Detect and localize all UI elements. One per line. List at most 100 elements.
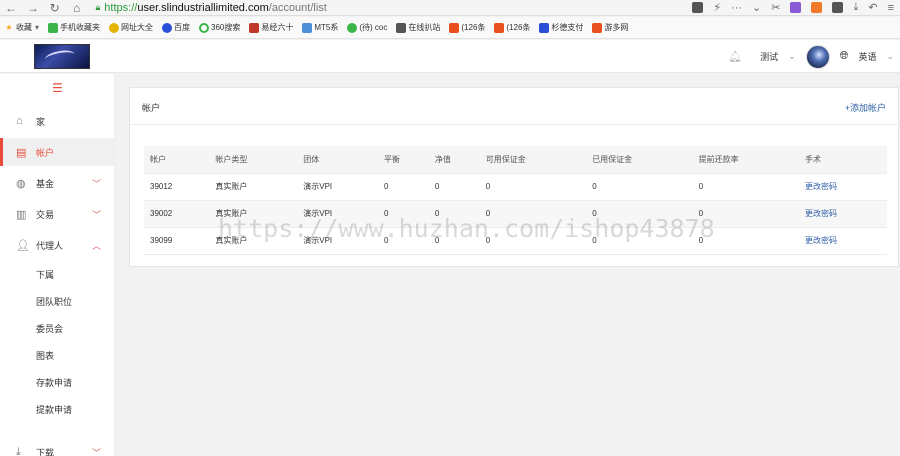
table-cell: 0 [428,200,480,228]
table-cell: 0 [378,200,429,228]
site-icon [396,22,407,33]
download-icon: ⤓ [16,445,21,456]
table-cell: 更改密码 [799,200,887,228]
table-cell: 更改密码 [799,227,887,255]
bookmark-item[interactable]: (126条 [494,22,530,33]
table-cell: 演示VPI [297,200,378,228]
user-icon: 👤︎ [16,239,30,252]
bell-icon[interactable]: 🔔︎ [728,50,742,63]
change-password-link[interactable]: 更改密码 [805,209,837,218]
chevron-down-icon[interactable]: ⌄ [886,51,894,62]
accounts-card: 帐户 +添加帐户 帐户 帐户类型 团体 平衡 净值 可用保证金 已用保证金 提前… [129,87,900,267]
download-icon[interactable]: ⤓ [853,1,858,14]
bookmarks-bar: ★ 收藏 ▾ 手机收藏夹 网址大全 百度 360搜索 易经六十 MT5系 (待) c… [0,17,900,39]
table-cell: 0 [479,200,587,228]
star-icon: ★ [5,22,13,32]
table-row: 39012 真实账户 演示VPI 0 0 0 0 0 更改密码 [144,173,887,201]
globe-icon[interactable]: 🌐︎ [840,50,849,63]
table-cell: 0 [378,173,429,201]
column-header: 平衡 [378,146,429,174]
table-cell: 演示VPI [297,173,378,201]
sidebar: ☰ ⌂ 家 ▤ 帐户 ◍ 基金 ﹀ ▥ 交易 ﹀ 👤︎ 代理人 ︿ 下属 团队职… [0,74,115,456]
extension-icon[interactable] [811,2,823,13]
sidebar-item-account[interactable]: ▤ 帐户 [0,138,115,166]
forward-arrow-icon[interactable]: → [22,0,44,16]
sidebar-item-agent[interactable]: 👤︎ 代理人 ︿ [0,231,115,259]
language-selector[interactable]: 英语 [858,50,876,63]
sidebar-item-trade[interactable]: ▥ 交易 ﹀ [0,200,115,228]
sidebar-subitem-subordinates[interactable]: 下属 [36,268,54,281]
add-account-button[interactable]: +添加帐户 [845,101,886,114]
sidebar-subitem-committee[interactable]: 委员会 [36,322,63,335]
bookmark-item[interactable]: (126条 [449,22,485,33]
bookmark-item[interactable]: 手机收藏夹 [48,22,100,33]
bookmark-item[interactable]: 百度 [162,22,190,33]
reload-icon[interactable]: ↻ [44,0,66,16]
change-password-link[interactable]: 更改密码 [805,236,837,245]
change-password-link[interactable]: 更改密码 [805,182,837,191]
table-header-row: 帐户 帐户类型 团体 平衡 净值 可用保证金 已用保证金 提前还款率 手术 [144,146,887,174]
sidebar-item-fund[interactable]: ◍ 基金 ﹀ [0,169,115,197]
hamburger-menu-icon[interactable]: ☰ [52,82,63,94]
bookmark-item[interactable]: 杉德支付 [539,22,583,33]
table-cell: 0 [428,173,480,201]
menu-icon[interactable]: ≡ [888,2,894,14]
mt5-icon [302,22,313,33]
back-arrow-icon[interactable]: ← [0,0,22,16]
table-row: 39099 真实账户 演示VPI 0 0 0 0 0 更改密码 [144,227,887,255]
table-cell: 0 [692,227,799,255]
c-icon [347,22,358,33]
table-cell: 0 [692,173,799,201]
chevron-down-icon: ﹀ [91,178,101,189]
sidebar-subitem-chart[interactable]: 图表 [36,349,54,362]
c-icon [494,22,505,33]
site-icon [539,22,550,33]
table-cell: 真实账户 [209,173,298,201]
sidebar-item-download[interactable]: ⤓ 下载 ﹀ [0,438,115,456]
dots-icon[interactable]: ··· [731,2,742,14]
avatar[interactable] [805,44,830,69]
table-cell: 0 [586,173,693,201]
lightning-icon[interactable]: ⚡ [713,1,721,14]
column-header: 提前还款率 [692,146,799,174]
bookmark-item[interactable]: 在线扒站 [396,22,440,33]
circle-icon [199,22,210,33]
column-header: 帐户 [144,146,210,174]
table-cell: 0 [586,200,693,228]
url-path: /account/list [268,1,327,14]
table-row: 39002 真实账户 演示VPI 0 0 0 0 0 更改密码 [144,200,887,228]
bookmark-item[interactable]: (待) coc [347,22,387,33]
bookmark-item[interactable]: MT5系 [302,22,338,33]
home-icon[interactable]: ⌂ [66,0,88,16]
caret-down-icon: ▾ [35,23,40,32]
table-cell: 更改密码 [799,173,887,201]
smile-icon [109,22,120,33]
sidebar-subitem-deposit-request[interactable]: 存款申请 [36,376,72,389]
sidebar-subitem-team-position[interactable]: 团队职位 [36,295,72,308]
url-field[interactable]: 🔒︎ https://user.slindustriallimited.com /… [96,1,693,15]
table-cell: 0 [586,227,693,255]
extension-icon[interactable] [790,2,802,13]
sidebar-item-home[interactable]: ⌂ 家 [0,107,115,135]
table-cell: 真实账户 [209,200,298,228]
bookmark-item[interactable]: ★ 收藏 ▾ [4,22,39,33]
user-name[interactable]: 测试 [760,50,778,63]
account-icon: ▤ [16,146,27,159]
table-cell: 39099 [144,227,210,255]
table-cell: 演示VPI [297,227,378,255]
undo-icon[interactable]: ↶ [868,1,877,14]
chevron-down-icon[interactable]: ⌄ [788,51,796,62]
translate-icon[interactable] [692,2,704,13]
bookmark-item[interactable]: 易经六十 [249,22,293,33]
apps-grid-icon[interactable] [832,2,844,13]
url-host: user.slindustriallimited.com [137,1,269,14]
divider [130,124,900,125]
scissors-icon[interactable]: ✂ [771,1,780,14]
bookmark-item[interactable]: 游多网 [592,22,628,33]
bookmark-item[interactable]: 360搜索 [199,22,240,33]
chevron-down-icon[interactable]: ⌄ [752,1,761,14]
bookmark-item[interactable]: 网址大全 [109,22,153,33]
sidebar-subitem-withdraw-request[interactable]: 提款申请 [36,403,72,416]
column-header: 帐户类型 [209,146,298,174]
logo[interactable] [34,44,90,69]
